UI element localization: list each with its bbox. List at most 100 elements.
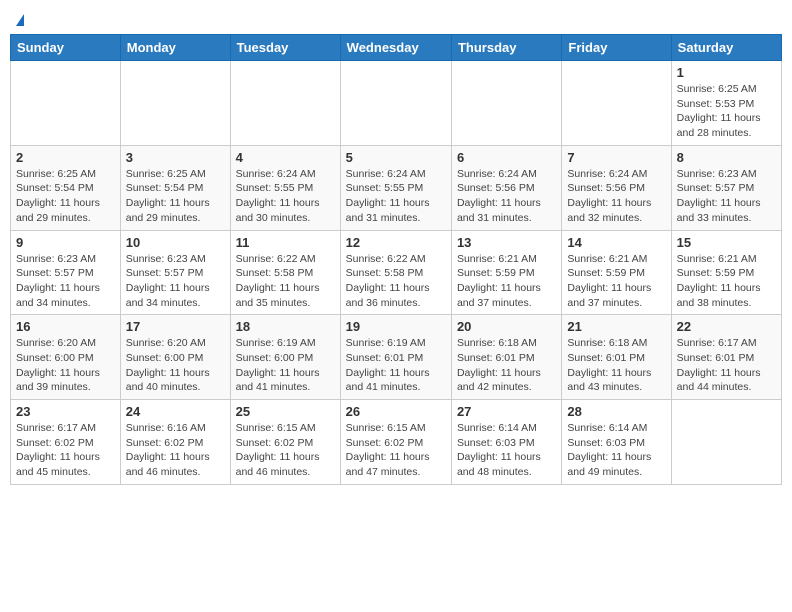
day-number: 19 [346,319,446,334]
calendar-cell [451,61,561,146]
calendar-cell [11,61,121,146]
calendar-week-2: 2 Sunrise: 6:25 AM Sunset: 5:54 PM Daylig… [11,145,782,230]
day-info: Sunrise: 6:15 AM Sunset: 6:02 PM Dayligh… [236,421,335,480]
day-info: Sunrise: 6:22 AM Sunset: 5:58 PM Dayligh… [236,252,335,311]
calendar-header-row: SundayMondayTuesdayWednesdayThursdayFrid… [11,35,782,61]
day-number: 12 [346,235,446,250]
day-number: 24 [126,404,225,419]
calendar-table: SundayMondayTuesdayWednesdayThursdayFrid… [10,34,782,485]
calendar-week-5: 23 Sunrise: 6:17 AM Sunset: 6:02 PM Dayli… [11,400,782,485]
weekday-header-tuesday: Tuesday [230,35,340,61]
day-number: 3 [126,150,225,165]
day-number: 16 [16,319,115,334]
weekday-header-sunday: Sunday [11,35,121,61]
calendar-cell: 2 Sunrise: 6:25 AM Sunset: 5:54 PM Daylig… [11,145,121,230]
calendar-cell: 14 Sunrise: 6:21 AM Sunset: 5:59 PM Dayli… [562,230,671,315]
day-info: Sunrise: 6:15 AM Sunset: 6:02 PM Dayligh… [346,421,446,480]
day-number: 8 [677,150,776,165]
day-info: Sunrise: 6:22 AM Sunset: 5:58 PM Dayligh… [346,252,446,311]
calendar-cell [562,61,671,146]
weekday-header-wednesday: Wednesday [340,35,451,61]
calendar-cell: 16 Sunrise: 6:20 AM Sunset: 6:00 PM Dayli… [11,315,121,400]
day-number: 20 [457,319,556,334]
day-number: 17 [126,319,225,334]
day-number: 14 [567,235,665,250]
calendar-cell: 12 Sunrise: 6:22 AM Sunset: 5:58 PM Dayli… [340,230,451,315]
calendar-cell: 7 Sunrise: 6:24 AM Sunset: 5:56 PM Daylig… [562,145,671,230]
calendar-cell: 28 Sunrise: 6:14 AM Sunset: 6:03 PM Dayli… [562,400,671,485]
logo-triangle-icon [16,14,24,26]
day-info: Sunrise: 6:23 AM Sunset: 5:57 PM Dayligh… [16,252,115,311]
calendar-cell: 6Sunrise: 6:24 AM Sunset: 5:56 PM Daylig… [451,145,561,230]
calendar-cell [671,400,781,485]
day-info: Sunrise: 6:20 AM Sunset: 6:00 PM Dayligh… [126,336,225,395]
calendar-cell: 21 Sunrise: 6:18 AM Sunset: 6:01 PM Dayli… [562,315,671,400]
day-info: Sunrise: 6:18 AM Sunset: 6:01 PM Dayligh… [567,336,665,395]
day-info: Sunrise: 6:14 AM Sunset: 6:03 PM Dayligh… [567,421,665,480]
day-info: Sunrise: 6:21 AM Sunset: 5:59 PM Dayligh… [677,252,776,311]
calendar-cell: 15 Sunrise: 6:21 AM Sunset: 5:59 PM Dayli… [671,230,781,315]
day-number: 23 [16,404,115,419]
calendar-cell: 25 Sunrise: 6:15 AM Sunset: 6:02 PM Dayli… [230,400,340,485]
day-number: 9 [16,235,115,250]
day-info: Sunrise: 6:24 AM Sunset: 5:56 PM Dayligh… [457,167,556,226]
day-number: 26 [346,404,446,419]
calendar-cell: 9 Sunrise: 6:23 AM Sunset: 5:57 PM Daylig… [11,230,121,315]
weekday-header-thursday: Thursday [451,35,561,61]
day-info: Sunrise: 6:25 AM Sunset: 5:53 PM Dayligh… [677,82,776,141]
calendar-cell: 13 Sunrise: 6:21 AM Sunset: 5:59 PM Dayli… [451,230,561,315]
weekday-header-friday: Friday [562,35,671,61]
calendar-cell: 17 Sunrise: 6:20 AM Sunset: 6:00 PM Dayli… [120,315,230,400]
calendar-cell: 18 Sunrise: 6:19 AM Sunset: 6:00 PM Dayli… [230,315,340,400]
day-number: 2 [16,150,115,165]
day-info: Sunrise: 6:21 AM Sunset: 5:59 PM Dayligh… [567,252,665,311]
day-number: 7 [567,150,665,165]
calendar-cell: 1 Sunrise: 6:25 AM Sunset: 5:53 PM Daylig… [671,61,781,146]
day-number: 22 [677,319,776,334]
calendar-cell: 8 Sunrise: 6:23 AM Sunset: 5:57 PM Daylig… [671,145,781,230]
day-info: Sunrise: 6:21 AM Sunset: 5:59 PM Dayligh… [457,252,556,311]
day-number: 10 [126,235,225,250]
calendar-cell: 4Sunrise: 6:24 AM Sunset: 5:55 PM Daylig… [230,145,340,230]
day-info: Sunrise: 6:17 AM Sunset: 6:02 PM Dayligh… [16,421,115,480]
calendar-week-4: 16 Sunrise: 6:20 AM Sunset: 6:00 PM Dayli… [11,315,782,400]
day-info: Sunrise: 6:23 AM Sunset: 5:57 PM Dayligh… [126,252,225,311]
day-number: 1 [677,65,776,80]
day-info: Sunrise: 6:25 AM Sunset: 5:54 PM Dayligh… [126,167,225,226]
day-info: Sunrise: 6:24 AM Sunset: 5:56 PM Dayligh… [567,167,665,226]
calendar-cell: 10 Sunrise: 6:23 AM Sunset: 5:57 PM Dayli… [120,230,230,315]
calendar-cell [120,61,230,146]
day-number: 27 [457,404,556,419]
logo [14,14,24,26]
day-number: 25 [236,404,335,419]
calendar-cell: 11Sunrise: 6:22 AM Sunset: 5:58 PM Dayli… [230,230,340,315]
day-number: 15 [677,235,776,250]
calendar-cell: 22 Sunrise: 6:17 AM Sunset: 6:01 PM Dayli… [671,315,781,400]
calendar-cell: 26 Sunrise: 6:15 AM Sunset: 6:02 PM Dayli… [340,400,451,485]
weekday-header-saturday: Saturday [671,35,781,61]
calendar-week-3: 9 Sunrise: 6:23 AM Sunset: 5:57 PM Daylig… [11,230,782,315]
day-info: Sunrise: 6:23 AM Sunset: 5:57 PM Dayligh… [677,167,776,226]
day-number: 21 [567,319,665,334]
calendar-cell [340,61,451,146]
calendar-cell: 19 Sunrise: 6:19 AM Sunset: 6:01 PM Dayli… [340,315,451,400]
day-number: 5 [346,150,446,165]
calendar-cell: 20Sunrise: 6:18 AM Sunset: 6:01 PM Dayli… [451,315,561,400]
weekday-header-monday: Monday [120,35,230,61]
calendar-cell [230,61,340,146]
calendar-cell: 23 Sunrise: 6:17 AM Sunset: 6:02 PM Dayli… [11,400,121,485]
day-info: Sunrise: 6:16 AM Sunset: 6:02 PM Dayligh… [126,421,225,480]
day-number: 18 [236,319,335,334]
day-info: Sunrise: 6:25 AM Sunset: 5:54 PM Dayligh… [16,167,115,226]
day-info: Sunrise: 6:19 AM Sunset: 6:01 PM Dayligh… [346,336,446,395]
calendar-cell: 24 Sunrise: 6:16 AM Sunset: 6:02 PM Dayli… [120,400,230,485]
calendar-week-1: 1 Sunrise: 6:25 AM Sunset: 5:53 PM Daylig… [11,61,782,146]
day-number: 28 [567,404,665,419]
day-info: Sunrise: 6:24 AM Sunset: 5:55 PM Dayligh… [346,167,446,226]
day-number: 13 [457,235,556,250]
day-info: Sunrise: 6:19 AM Sunset: 6:00 PM Dayligh… [236,336,335,395]
page-header [10,10,782,26]
day-info: Sunrise: 6:14 AM Sunset: 6:03 PM Dayligh… [457,421,556,480]
day-info: Sunrise: 6:17 AM Sunset: 6:01 PM Dayligh… [677,336,776,395]
day-info: Sunrise: 6:20 AM Sunset: 6:00 PM Dayligh… [16,336,115,395]
